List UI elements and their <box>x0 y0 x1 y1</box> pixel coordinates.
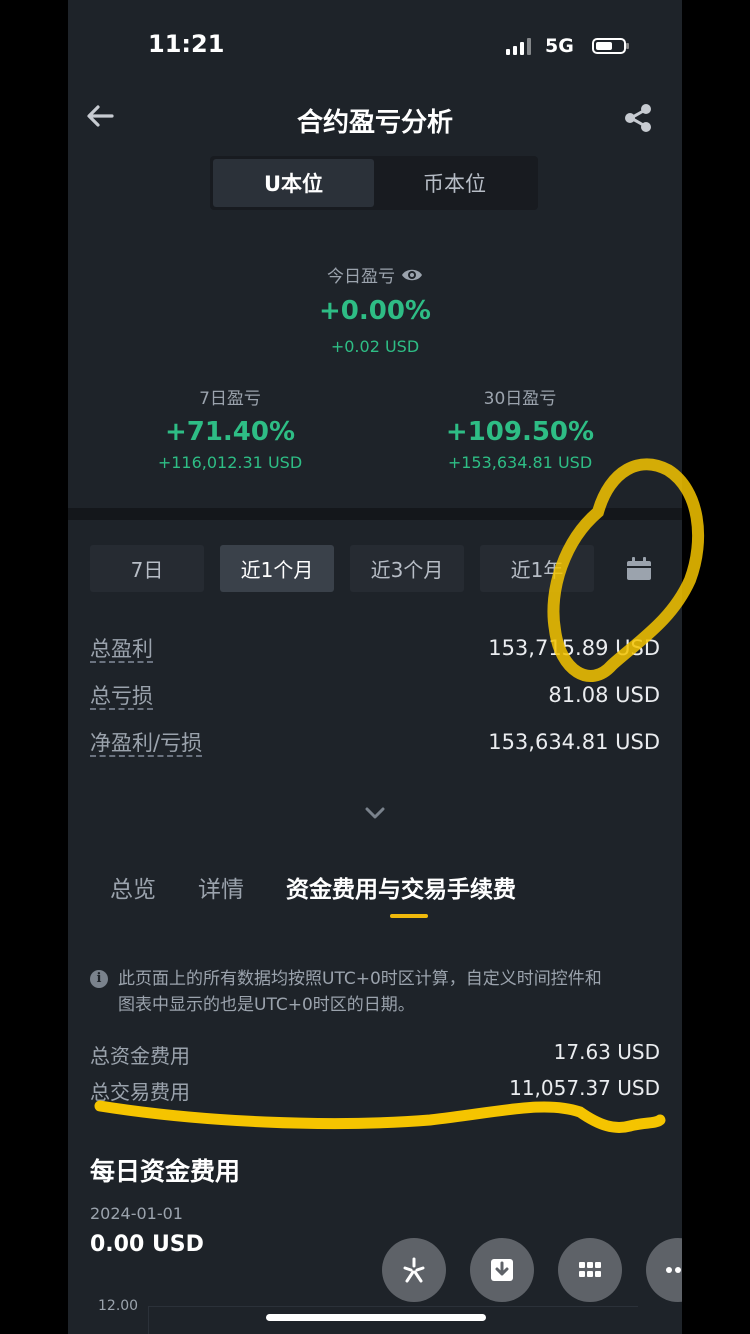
timezone-notice: i 此页面上的所有数据均按照UTC+0时区计算，自定义时间控件和 图表中显示的也… <box>90 966 660 1018</box>
share-button[interactable] <box>618 98 658 138</box>
app-screen: 11:21 5G 合约盈亏分析 U本位 币本位 今日盈亏 +0.00% +0.0… <box>68 0 682 1334</box>
expand-button[interactable] <box>355 800 395 828</box>
tab-overview[interactable]: 总览 <box>110 870 156 904</box>
tab-details[interactable]: 详情 <box>198 870 244 904</box>
stat-value: 153,634.81 USD <box>488 730 660 754</box>
grid-icon <box>579 1262 601 1277</box>
signal-icon <box>506 37 531 55</box>
fee-label: 总交易费用 <box>90 1080 190 1104</box>
more-icon <box>666 1267 681 1273</box>
stat-value: 81.08 USD <box>548 683 660 707</box>
home-indicator[interactable] <box>266 1314 486 1321</box>
active-tab-indicator <box>390 914 428 918</box>
info-icon: i <box>90 970 108 988</box>
status-indicators: 5G <box>506 34 629 58</box>
eye-icon[interactable] <box>401 267 423 283</box>
pnl-7d-label: 7日盈亏 <box>199 389 261 409</box>
fee-value: 17.63 USD <box>553 1040 660 1064</box>
status-time: 11:21 <box>148 30 225 58</box>
sparkle-icon <box>403 1257 425 1283</box>
stat-label[interactable]: 净盈利/亏损 <box>90 727 202 757</box>
download-button[interactable] <box>470 1238 534 1302</box>
pnl-7d: 7日盈亏 +71.40% +116,012.31 USD <box>80 384 380 472</box>
today-pnl-label-text: 今日盈亏 <box>327 267 395 287</box>
battery-icon <box>591 38 629 54</box>
chevron-down-icon <box>365 807 385 819</box>
notice-text: 此页面上的所有数据均按照UTC+0时区计算，自定义时间控件和 图表中显示的也是U… <box>118 966 602 1018</box>
daily-funding-date: 2024-01-01 <box>90 1204 183 1223</box>
range-tab-1m[interactable]: 近1个月 <box>220 545 334 592</box>
pnl-30d-label: 30日盈亏 <box>483 389 557 409</box>
daily-funding-value: 0.00 USD <box>90 1232 204 1257</box>
notice-line-1: 此页面上的所有数据均按照UTC+0时区计算，自定义时间控件和 <box>118 969 602 989</box>
sparkle-button[interactable] <box>382 1238 446 1302</box>
range-tab-7d[interactable]: 7日 <box>90 545 204 592</box>
pnl-30d-usd: +153,634.81 USD <box>447 453 593 472</box>
fee-value: 11,057.37 USD <box>509 1076 660 1100</box>
page-title: 合约盈亏分析 <box>296 108 453 138</box>
stat-total-profit: 总盈利 153,715.89 USD <box>90 632 660 664</box>
today-pnl-usd: +0.02 USD <box>330 337 420 356</box>
share-icon <box>625 104 651 132</box>
pnl-7d-usd: +116,012.31 USD <box>157 453 303 472</box>
date-picker-button[interactable] <box>624 554 654 584</box>
stat-net-pnl: 净盈利/亏损 153,634.81 USD <box>90 726 660 758</box>
fee-row-trading: 总交易费用 11,057.37 USD <box>90 1076 660 1105</box>
fee-label: 总资金费用 <box>90 1044 190 1068</box>
chart-y-tick: 12.00 <box>98 1298 139 1314</box>
chart-y-axis <box>148 1306 149 1334</box>
apps-button[interactable] <box>558 1238 622 1302</box>
range-tab-1y[interactable]: 近1年 <box>480 545 594 592</box>
pnl-30d: 30日盈亏 +109.50% +153,634.81 USD <box>370 384 670 472</box>
margin-type-switch: U本位 币本位 <box>210 156 538 210</box>
stat-value: 153,715.89 USD <box>488 636 660 660</box>
today-pnl-label: 今日盈亏 <box>68 262 682 287</box>
stat-label[interactable]: 总亏损 <box>90 680 153 710</box>
stat-total-loss: 总亏损 81.08 USD <box>90 679 660 711</box>
today-pnl-percent: +0.00% <box>319 296 431 326</box>
pnl-30d-percent: +109.50% <box>445 417 595 447</box>
pnl-7d-percent: +71.40% <box>164 417 296 447</box>
section-divider <box>68 508 682 520</box>
range-tab-3m[interactable]: 近3个月 <box>350 545 464 592</box>
fee-row-funding: 总资金费用 17.63 USD <box>90 1040 660 1069</box>
network-type: 5G <box>545 35 574 57</box>
download-icon <box>491 1259 513 1281</box>
chart-gridline <box>148 1306 638 1307</box>
calendar-icon <box>627 557 651 580</box>
notice-line-2: 图表中显示的也是UTC+0时区的日期。 <box>118 995 415 1015</box>
stat-label[interactable]: 总盈利 <box>90 633 153 663</box>
segment-usdt-margined[interactable]: U本位 <box>213 159 374 207</box>
segment-coin-margined[interactable]: 币本位 <box>374 159 535 207</box>
more-button[interactable] <box>646 1238 682 1302</box>
daily-funding-title: 每日资金费用 <box>90 1157 241 1186</box>
tab-funding-and-fees[interactable]: 资金费用与交易手续费 <box>286 870 516 904</box>
